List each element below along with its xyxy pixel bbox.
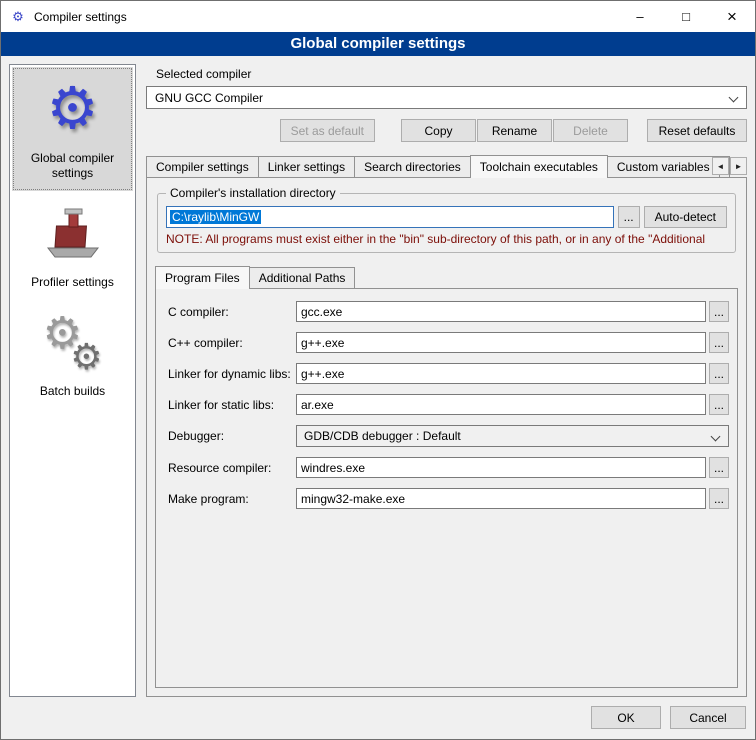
- sidebar-item-label: Global compiler settings: [14, 151, 131, 181]
- blue-gear-icon: ⚙: [14, 77, 131, 141]
- field-row-make-program: Make program: ...: [168, 488, 729, 509]
- tab-scroll-left-icon[interactable]: ◄: [712, 157, 729, 175]
- app-icon: ⚙: [10, 9, 26, 25]
- resource-compiler-input[interactable]: [296, 457, 706, 478]
- delete-button[interactable]: Delete: [553, 119, 628, 142]
- field-label: C++ compiler:: [168, 336, 296, 350]
- field-label: Debugger:: [168, 429, 296, 443]
- dialog-footer: OK Cancel: [1, 702, 755, 739]
- field-label: Resource compiler:: [168, 461, 296, 475]
- compiler-select-value: GNU GCC Compiler: [155, 91, 263, 105]
- tab-compiler-settings[interactable]: Compiler settings: [146, 156, 259, 177]
- minimize-button[interactable]: –: [617, 1, 663, 32]
- tab-custom-variables[interactable]: Custom variables: [607, 156, 720, 177]
- toolchain-subtabstrip: Program Files Additional Paths: [155, 266, 738, 288]
- field-row-cpp-compiler: C++ compiler: ...: [168, 332, 729, 353]
- field-row-c-compiler: C compiler: ...: [168, 301, 729, 322]
- selected-compiler-label: Selected compiler: [156, 67, 747, 81]
- maximize-button[interactable]: □: [663, 1, 709, 32]
- static-linker-input[interactable]: [296, 394, 706, 415]
- settings-tabstrip: Compiler settings Linker settings Search…: [146, 155, 747, 177]
- gray-gears-icon: ⚙ ⚙: [14, 310, 131, 374]
- group-title: Compiler's installation directory: [166, 186, 340, 200]
- make-program-browse-button[interactable]: ...: [709, 488, 729, 509]
- sidebar-item-label: Batch builds: [40, 384, 105, 399]
- debugger-select-value: GDB/CDB debugger : Default: [304, 429, 461, 443]
- field-row-debugger: Debugger: GDB/CDB debugger : Default: [168, 425, 729, 447]
- resource-compiler-browse-button[interactable]: ...: [709, 457, 729, 478]
- tab-linker-settings[interactable]: Linker settings: [258, 156, 355, 177]
- dynamic-linker-input[interactable]: [296, 363, 706, 384]
- program-files-panel: C compiler: ... C++ compiler: ...: [155, 288, 738, 688]
- close-button[interactable]: ×: [709, 1, 755, 32]
- field-label: C compiler:: [168, 305, 296, 319]
- window-title: Compiler settings: [34, 10, 617, 24]
- settings-sidebar: ⚙ Global compiler settings Profiler sett…: [9, 64, 136, 697]
- sidebar-item-batch-builds[interactable]: ⚙ ⚙ Batch builds: [12, 300, 133, 409]
- tab-scroll-right-icon[interactable]: ►: [730, 157, 747, 175]
- static-linker-browse-button[interactable]: ...: [709, 394, 729, 415]
- tab-toolchain-executables[interactable]: Toolchain executables: [470, 155, 608, 178]
- field-row-dynamic-linker: Linker for dynamic libs: ...: [168, 363, 729, 384]
- c-compiler-input[interactable]: [296, 301, 706, 322]
- compiler-settings-window: ⚙ Compiler settings – □ × Global compile…: [0, 0, 756, 740]
- window-controls: – □ ×: [617, 1, 755, 32]
- installation-directory-group: Compiler's installation directory C:\ray…: [157, 193, 736, 253]
- field-label: Linker for dynamic libs:: [168, 367, 296, 381]
- bin-note-text: NOTE: All programs must exist either in …: [166, 232, 727, 246]
- reset-defaults-button[interactable]: Reset defaults: [647, 119, 747, 142]
- subtab-program-files[interactable]: Program Files: [155, 266, 250, 289]
- page-title: Global compiler settings: [1, 32, 755, 56]
- chevron-down-icon: [729, 93, 739, 103]
- cpp-compiler-input[interactable]: [296, 332, 706, 353]
- sidebar-item-label: Profiler settings: [31, 275, 114, 290]
- cpp-compiler-browse-button[interactable]: ...: [709, 332, 729, 353]
- field-label: Make program:: [168, 492, 296, 506]
- field-row-resource-compiler: Resource compiler: ...: [168, 457, 729, 478]
- chevron-down-icon: [711, 432, 721, 442]
- install-dir-browse-button[interactable]: ...: [618, 206, 640, 228]
- titlebar: ⚙ Compiler settings – □ ×: [1, 1, 755, 32]
- tab-scroll-buttons: ◄ ►: [712, 157, 747, 175]
- copy-button[interactable]: Copy: [401, 119, 476, 142]
- install-dir-value: C:\raylib\MinGW: [170, 210, 261, 224]
- ok-button[interactable]: OK: [591, 706, 661, 729]
- rename-button[interactable]: Rename: [477, 119, 552, 142]
- compiler-actions: Set as default Copy Rename Delete Reset …: [146, 119, 747, 142]
- main-content: Selected compiler GNU GCC Compiler Set a…: [146, 64, 747, 697]
- cancel-button[interactable]: Cancel: [670, 706, 746, 729]
- sidebar-item-profiler-settings[interactable]: Profiler settings: [12, 191, 133, 300]
- dialog-body: ⚙ Global compiler settings Profiler sett…: [1, 56, 755, 702]
- make-program-input[interactable]: [296, 488, 706, 509]
- compiler-select[interactable]: GNU GCC Compiler: [146, 86, 747, 109]
- auto-detect-button[interactable]: Auto-detect: [644, 206, 727, 228]
- debugger-select[interactable]: GDB/CDB debugger : Default: [296, 425, 729, 447]
- dynamic-linker-browse-button[interactable]: ...: [709, 363, 729, 384]
- c-compiler-browse-button[interactable]: ...: [709, 301, 729, 322]
- field-row-static-linker: Linker for static libs: ...: [168, 394, 729, 415]
- sidebar-item-global-compiler-settings[interactable]: ⚙ Global compiler settings: [12, 67, 133, 191]
- install-dir-row: C:\raylib\MinGW ... Auto-detect: [166, 206, 727, 228]
- install-dir-input[interactable]: C:\raylib\MinGW: [166, 206, 614, 228]
- toolchain-panel: Compiler's installation directory C:\ray…: [146, 177, 747, 697]
- set-as-default-button[interactable]: Set as default: [280, 119, 375, 142]
- field-label: Linker for static libs:: [168, 398, 296, 412]
- tab-search-directories[interactable]: Search directories: [354, 156, 471, 177]
- profiler-icon: [14, 201, 131, 265]
- subtab-additional-paths[interactable]: Additional Paths: [249, 267, 356, 288]
